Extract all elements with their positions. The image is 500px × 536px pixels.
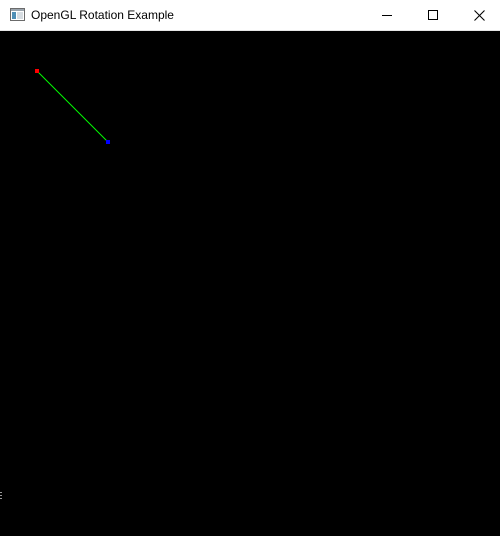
close-button[interactable] <box>456 0 500 30</box>
close-icon <box>473 9 485 21</box>
app-window-icon <box>10 8 25 21</box>
minimize-button[interactable] <box>364 0 410 30</box>
green-line-segment <box>36 70 109 143</box>
opengl-scene <box>35 69 110 144</box>
minimize-icon <box>382 10 392 20</box>
app-window: OpenGL Rotation Example <box>0 0 500 531</box>
title-bar[interactable]: OpenGL Rotation Example <box>0 0 500 31</box>
blue-point <box>106 140 110 144</box>
window-title: OpenGL Rotation Example <box>31 8 174 22</box>
maximize-icon <box>428 10 438 20</box>
red-point <box>35 69 39 73</box>
maximize-button[interactable] <box>410 0 456 30</box>
window-edge-mark <box>0 492 2 499</box>
opengl-canvas[interactable] <box>0 31 500 531</box>
